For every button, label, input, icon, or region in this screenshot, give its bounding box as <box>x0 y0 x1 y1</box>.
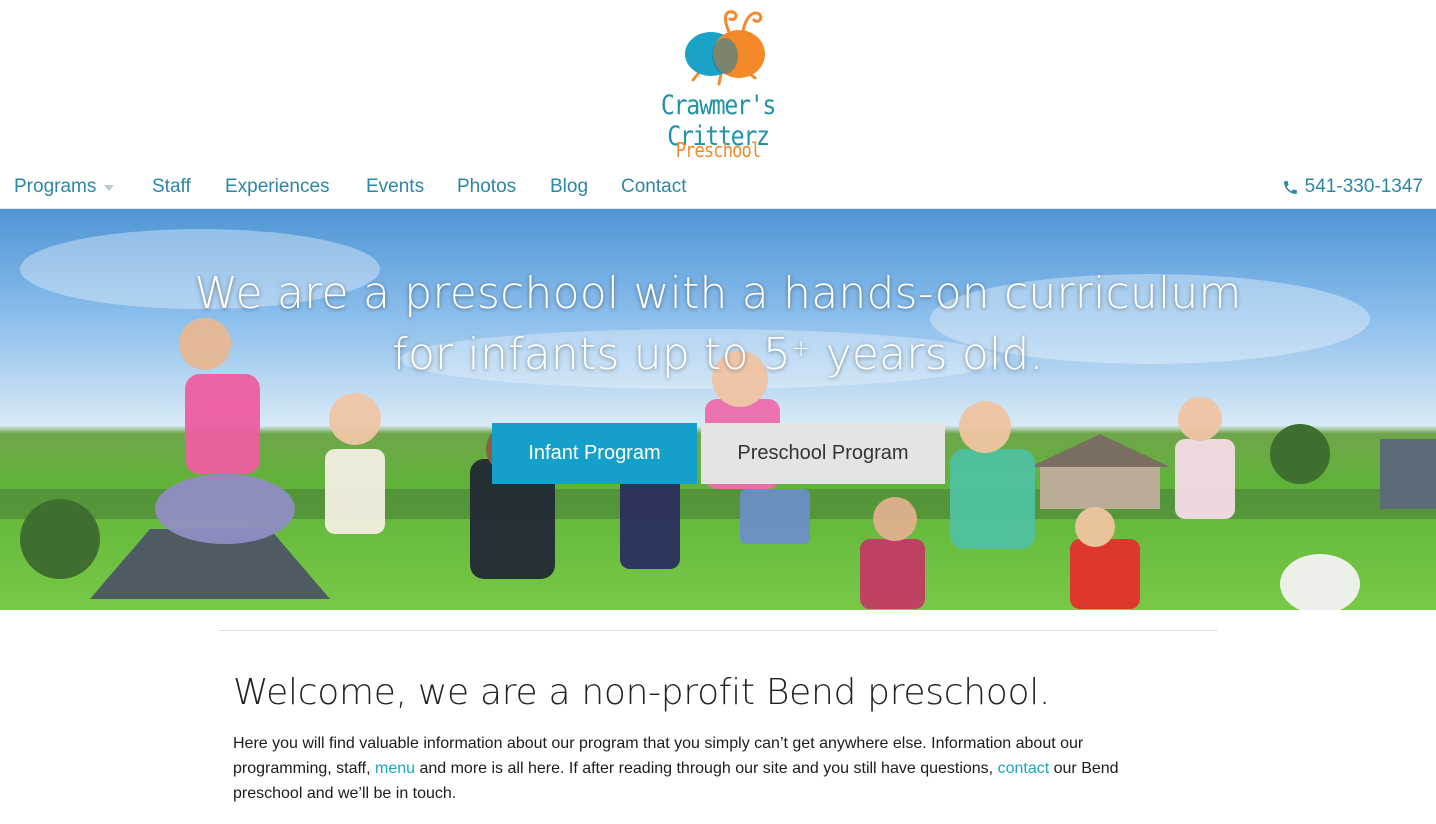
hero-line-1: We are a preschool with a hands-on curri… <box>194 268 1242 319</box>
preschool-program-button[interactable]: Preschool Program <box>701 423 945 484</box>
page-title: Welcome, we are a non-profit Bend presch… <box>233 672 1051 713</box>
intro-text-2: and more is all here. If after reading t… <box>415 760 998 777</box>
hero-banner: We are a preschool with a hands-on curri… <box>0 209 1436 610</box>
logo[interactable]: Crawmer's Critterz Preschool <box>616 8 820 168</box>
infant-program-button[interactable]: Infant Program <box>492 423 697 484</box>
nav-item-events[interactable]: Events <box>366 176 424 198</box>
phone-link[interactable]: 541-330-1347 <box>1282 176 1423 198</box>
nav-item-experiences[interactable]: Experiences <box>225 176 330 198</box>
site-header: Crawmer's Critterz Preschool <box>0 0 1436 170</box>
hero-line-2-tail: years old. <box>811 329 1044 380</box>
hero-line-2: for infants up to 5+ years old. <box>0 324 1436 385</box>
section-divider <box>219 630 1218 631</box>
phone-number: 541-330-1347 <box>1304 176 1423 197</box>
intro-paragraph: Here you will find valuable information … <box>233 731 1153 806</box>
main-nav: Programs Staff Experiences Events Photos… <box>0 170 1436 209</box>
chevron-down-icon <box>104 185 115 191</box>
critter-logo-icon <box>685 10 765 86</box>
contact-link[interactable]: contact <box>998 760 1050 777</box>
nav-item-staff[interactable]: Staff <box>152 176 191 198</box>
logo-subtitle: Preschool <box>675 138 761 162</box>
nav-item-photos[interactable]: Photos <box>457 176 516 198</box>
nav-item-programs[interactable]: Programs <box>14 176 115 198</box>
hero-superscript: + <box>791 334 812 362</box>
hero-line-2-text: for infants up to 5 <box>392 329 792 380</box>
nav-item-blog[interactable]: Blog <box>550 176 588 198</box>
nav-item-contact[interactable]: Contact <box>621 176 686 198</box>
phone-icon <box>1283 180 1297 194</box>
nav-label-programs: Programs <box>14 176 97 197</box>
menu-link[interactable]: menu <box>375 760 415 777</box>
hero-headline: We are a preschool with a hands-on curri… <box>0 263 1436 385</box>
